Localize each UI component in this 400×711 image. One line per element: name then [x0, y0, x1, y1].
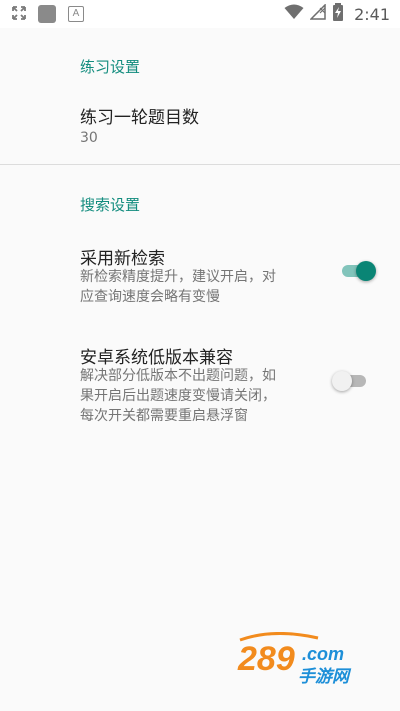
watermark-logo: 289 .com 手游网: [236, 631, 386, 688]
fullscreen-icon: [12, 5, 26, 24]
section-divider: [0, 164, 400, 165]
app-notification-icon: [38, 5, 56, 23]
svg-text:手游网: 手游网: [298, 667, 352, 687]
a-notification-icon: A: [68, 6, 84, 22]
pref-title: 练习一轮题目数: [80, 108, 199, 128]
signal-icon: [309, 3, 326, 24]
summary-line: 应查询速度会略有变慢: [80, 289, 220, 305]
summary-line: 新检索精度提升，建议开启，对: [80, 269, 276, 285]
switch-thumb: [332, 371, 352, 391]
pref-title: 安卓系统低版本兼容: [80, 348, 233, 368]
switch-thumb: [356, 261, 376, 281]
pref-summary: 解决部分低版本不出题问题，如 果开启后出题速度变慢请关闭， 每次开关都需要重启悬…: [80, 366, 276, 426]
legacy-compat-toggle[interactable]: [332, 369, 368, 393]
status-time: 2:41: [354, 4, 390, 24]
pref-summary: 新检索精度提升，建议开启，对 应查询速度会略有变慢: [80, 267, 276, 307]
svg-text:289: 289: [237, 640, 295, 678]
status-left-icons: A: [12, 4, 84, 24]
summary-line: 解决部分低版本不出题问题，如: [80, 368, 276, 384]
battery-charging-icon: [332, 3, 344, 25]
svg-text:.com: .com: [302, 644, 344, 664]
summary-line: 每次开关都需要重启悬浮窗: [80, 408, 248, 424]
pref-title: 采用新检索: [80, 249, 165, 269]
status-right-icons: 2:41: [284, 3, 390, 25]
status-bar: A 2:41: [0, 0, 400, 28]
new-search-toggle[interactable]: [340, 259, 376, 283]
pref-summary: 30: [80, 130, 98, 146]
section-header-practice: 练习设置: [80, 58, 141, 76]
summary-line: 果开启后出题速度变慢请关闭，: [80, 388, 276, 404]
wifi-icon: [284, 4, 304, 24]
section-header-search: 搜索设置: [80, 196, 141, 214]
